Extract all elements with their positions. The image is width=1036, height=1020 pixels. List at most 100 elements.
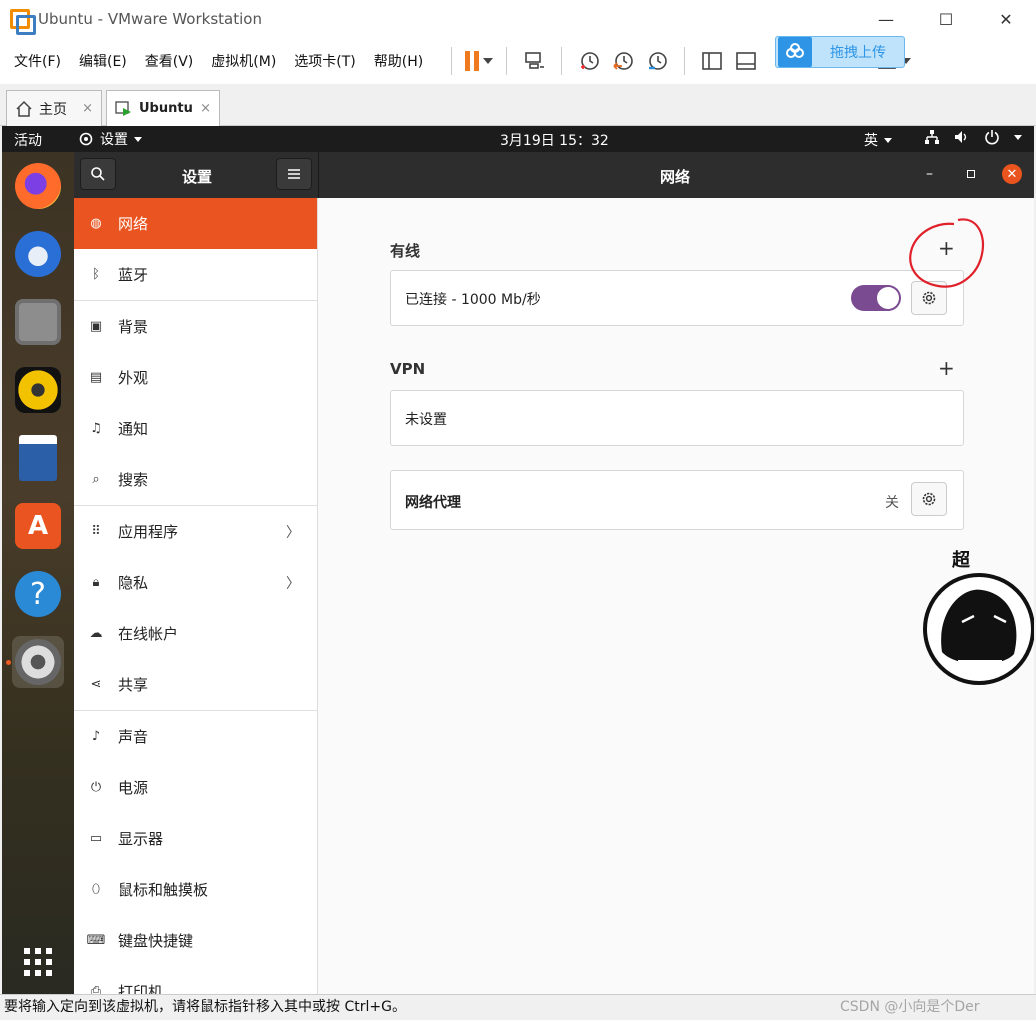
sidebar-item-network[interactable]: ◍ 网络 xyxy=(74,198,317,249)
toolbar-separator xyxy=(451,47,453,75)
menu-view[interactable]: 查看(V) xyxy=(145,51,194,71)
baidu-cloud-icon xyxy=(778,37,812,67)
show-apps-icon xyxy=(24,948,52,976)
library-view-button[interactable] xyxy=(695,44,729,78)
network-proxy-row[interactable]: 网络代理 关 xyxy=(390,470,964,530)
tab-close-icon[interactable]: × xyxy=(200,101,211,116)
input-method-label: 英 xyxy=(864,133,878,149)
sidebar-item-label: 应用程序 xyxy=(118,523,179,541)
toolbar-separator xyxy=(506,47,508,75)
dock-thunderbird[interactable] xyxy=(12,228,64,280)
drag-upload-button[interactable]: 拖拽上传 xyxy=(775,36,905,68)
firefox-icon xyxy=(15,163,61,209)
app-menu[interactable]: 设置 xyxy=(78,129,142,149)
dock-show-apps[interactable] xyxy=(12,936,64,988)
chevron-down-icon xyxy=(1014,134,1022,140)
pause-button[interactable] xyxy=(462,44,496,78)
help-icon: ? xyxy=(15,571,61,617)
dock-ubuntu-software[interactable]: A xyxy=(12,500,64,552)
network-icon: ◍ xyxy=(90,216,102,231)
bluetooth-icon: ᛒ xyxy=(92,267,100,282)
tab-ubuntu-label: Ubuntu xyxy=(139,101,193,116)
sidebar-item-label: 声音 xyxy=(118,728,149,746)
sidebar-item-label: 蓝牙 xyxy=(118,266,149,284)
sidebar-item-sharing[interactable]: ⋖ 共享 xyxy=(74,659,317,710)
gear-icon xyxy=(922,492,936,506)
sidebar-item-sound[interactable]: ♪ 声音 xyxy=(74,711,317,762)
dock-settings[interactable] xyxy=(12,636,64,688)
send-ctrl-alt-del-button[interactable] xyxy=(517,44,551,78)
sidebar-item-printers[interactable]: ⎙ 打印机 xyxy=(74,966,317,994)
activities-button[interactable]: 活动 xyxy=(14,130,42,150)
menu-help[interactable]: 帮助(H) xyxy=(374,51,423,71)
tab-ubuntu[interactable]: Ubuntu × xyxy=(106,90,220,126)
sidebar-item-search[interactable]: ⌕ 搜索 xyxy=(74,454,317,505)
sidebar-item-label: 隐私 xyxy=(118,574,149,592)
keyboard-icon: ⌨ xyxy=(86,933,106,948)
apps-icon: ⠿ xyxy=(91,524,101,539)
revert-snapshot-button[interactable] xyxy=(606,44,640,78)
primary-menu-button[interactable] xyxy=(276,158,312,190)
sidebar-item-background[interactable]: ▣ 背景 xyxy=(74,301,317,352)
dock-help[interactable]: ? xyxy=(12,568,64,620)
clock[interactable]: 3月19日 15：32 xyxy=(500,130,609,150)
vm-running-icon xyxy=(115,100,131,116)
printer-icon: ⎙ xyxy=(90,984,102,994)
window-title: Ubuntu - VMware Workstation xyxy=(38,10,262,28)
ubuntu-dock: A ? xyxy=(2,152,74,994)
proxy-settings-button[interactable] xyxy=(911,482,947,516)
sidebar-item-keyboard-shortcuts[interactable]: ⌨ 键盘快捷键 xyxy=(74,915,317,966)
hamburger-icon xyxy=(288,169,300,179)
add-vpn-button[interactable]: + xyxy=(938,358,955,378)
vm-tabbar: 主页 × Ubuntu × xyxy=(0,84,1036,126)
vmware-titlebar: Ubuntu - VMware Workstation — ☐ ✕ xyxy=(0,0,1036,38)
appearance-icon: ▤ xyxy=(89,370,103,385)
thumbnail-view-button[interactable] xyxy=(729,44,763,78)
minimize-button[interactable]: — xyxy=(856,0,916,38)
sidebar-item-label: 共享 xyxy=(118,676,149,694)
settings-headerbar: 设置 网络 – ✕ xyxy=(74,152,1034,198)
sidebar-item-appearance[interactable]: ▤ 外观 xyxy=(74,352,317,403)
watermark: CSDN @小向是个Der xyxy=(840,999,980,1015)
maximize-button[interactable]: ☐ xyxy=(916,0,976,38)
sidebar-item-notifications[interactable]: ♫ 通知 xyxy=(74,403,317,454)
system-status-menu[interactable] xyxy=(924,129,1022,145)
menu-tabs[interactable]: 选项卡(T) xyxy=(294,51,355,71)
input-method-menu[interactable]: 英 xyxy=(864,130,892,150)
share-icon: ⋖ xyxy=(90,677,102,692)
dock-files[interactable] xyxy=(12,296,64,348)
tab-home[interactable]: 主页 × xyxy=(6,90,102,126)
sidebar-item-label: 通知 xyxy=(118,420,149,438)
vmware-logo-icon xyxy=(10,9,36,35)
menu-edit[interactable]: 编辑(E) xyxy=(79,51,127,71)
wired-toggle[interactable] xyxy=(851,285,901,311)
close-button[interactable]: ✕ xyxy=(976,0,1036,38)
snapshot-manager-icon xyxy=(649,52,668,70)
guest-display[interactable]: 活动 设置 3月19日 15：32 英 A ? 设置 网络 – ✕ ◍ 网络 ᛒ… xyxy=(2,126,1034,994)
search-icon: ⌕ xyxy=(92,472,100,487)
window-close-button[interactable]: ✕ xyxy=(1002,164,1022,184)
snapshot-button[interactable] xyxy=(572,44,606,78)
menu-file[interactable]: 文件(F) xyxy=(14,51,61,71)
sidebar-item-label: 打印机 xyxy=(118,983,164,994)
revert-icon xyxy=(613,52,634,70)
sidebar-item-power[interactable]: ⏻ 电源 xyxy=(74,762,317,813)
menu-vm[interactable]: 虚拟机(M) xyxy=(211,51,276,71)
sidebar-item-displays[interactable]: ▭ 显示器 xyxy=(74,813,317,864)
sidebar-item-online-accounts[interactable]: ☁ 在线帐户 xyxy=(74,608,317,659)
sidebar-item-applications[interactable]: ⠿ 应用程序 〉 xyxy=(74,506,317,557)
window-minimize-button[interactable]: – xyxy=(926,166,933,182)
dock-libreoffice-writer[interactable] xyxy=(12,432,64,484)
window-maximize-button[interactable] xyxy=(967,170,975,178)
search-button[interactable] xyxy=(80,158,116,190)
snapshot-manager-button[interactable] xyxy=(640,44,674,78)
libreoffice-writer-icon xyxy=(19,435,57,481)
bottom-panel-layout-icon xyxy=(736,52,757,70)
tab-close-icon[interactable]: × xyxy=(82,101,93,116)
thunderbird-icon xyxy=(15,231,61,277)
sidebar-item-mouse-touchpad[interactable]: ⬯ 鼠标和触摸板 xyxy=(74,864,317,915)
sidebar-item-bluetooth[interactable]: ᛒ 蓝牙 xyxy=(74,249,317,300)
dock-firefox[interactable] xyxy=(12,160,64,212)
sidebar-item-privacy[interactable]: 🔒︎ 隐私 〉 xyxy=(74,557,317,608)
dock-rhythmbox[interactable] xyxy=(12,364,64,416)
